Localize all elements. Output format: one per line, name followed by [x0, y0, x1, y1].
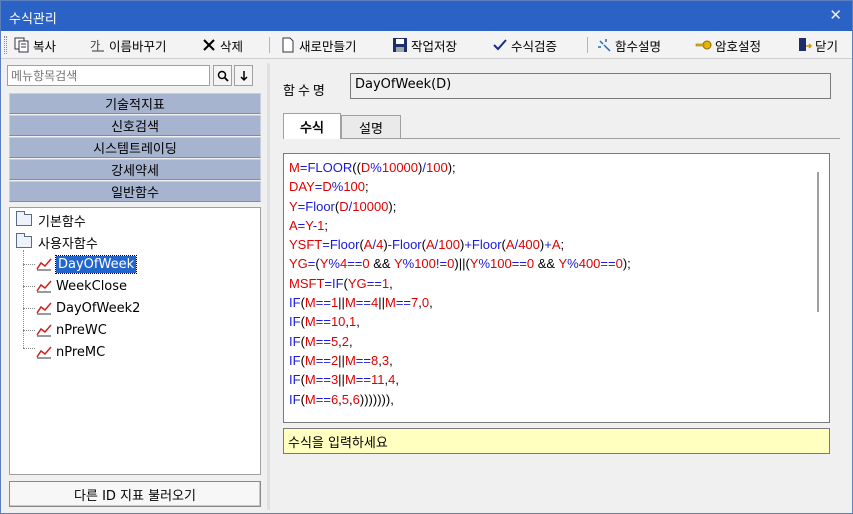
code-line: IF(M==6,5,6))))))), [289, 391, 394, 407]
tree-item-label: WeekClose [56, 278, 128, 294]
delete-label: 삭제 [220, 38, 244, 54]
category-technical-indicators[interactable]: 기술적지표 [9, 93, 261, 114]
chart-line-icon [36, 258, 52, 271]
folder-label: 기본함수 [38, 214, 86, 230]
code-line: MSFT=IF(YG==1, [289, 275, 393, 291]
tree-line [23, 286, 35, 287]
code-line: IF(M==10,1, [289, 314, 360, 330]
code-line: IF(M==5,2, [289, 333, 353, 349]
category-signal-search[interactable]: 신호검색 [9, 115, 261, 136]
code-line: Y=Floor(D/10000); [289, 198, 397, 214]
code-line: IF(M==1||M==4||M==7,0, [289, 295, 433, 311]
new-button[interactable]: 새로만들기 [279, 34, 357, 56]
function-name-field[interactable]: DayOfWeek(D) [350, 73, 831, 99]
exit-label: 닫기 [815, 38, 839, 54]
title-bar[interactable]: 수식관리 ✕ [1, 1, 852, 31]
tree-item-label: nPreWC [56, 322, 107, 338]
code-line: DAY=D%100; [289, 179, 369, 195]
tree-line [23, 348, 35, 349]
copy-icon [13, 36, 31, 54]
function-tree: 기본함수 사용자함수 DayOfWeek WeekClose DayOfWeek… [9, 207, 261, 475]
toolbar-grip[interactable] [4, 36, 7, 54]
save-button[interactable]: 작업저장 [391, 34, 457, 56]
code-line: M=FLOOR((D%10000)/100); [289, 160, 456, 175]
left-panel: 기술적지표 신호검색 시스템트레이딩 강세약세 일반함수 기본함수 사용자함수 … [5, 63, 265, 510]
editor-scrollbar[interactable] [817, 172, 819, 312]
toolbar-separator [587, 37, 588, 53]
window-title: 수식관리 [9, 12, 57, 27]
new-label: 새로만들기 [299, 38, 357, 54]
search-input[interactable] [7, 65, 210, 86]
tree-item-nprewc[interactable]: nPreWC [36, 320, 107, 340]
code-line: IF(M==2||M==8,3, [289, 352, 393, 368]
tree-item-npremc[interactable]: nPreMC [36, 342, 105, 362]
formula-code: M=FLOOR((D%10000)/100); DAY=D%100; Y=Floor… [289, 158, 631, 409]
tree-line [23, 330, 35, 331]
toolbar: 복사 가 이름바꾸기 삭제 새로만들기 작업저장 수식검증 함수설명 암호설정 … [1, 31, 852, 59]
copy-button[interactable]: 복사 [13, 34, 56, 56]
chart-line-icon [36, 302, 52, 315]
function-help-button[interactable]: 함수설명 [595, 34, 661, 56]
code-line: YG=(Y%4==0 && Y%100!=0)||(Y%100==0 && Y%… [289, 256, 631, 272]
code-line: IF(M==3||M==11,4, [289, 372, 399, 388]
verify-button[interactable]: 수식검증 [491, 34, 557, 56]
exit-button[interactable]: 닫기 [795, 34, 838, 56]
rename-label: 이름바꾸기 [109, 38, 167, 54]
svg-text:가: 가 [90, 39, 100, 52]
category-general-functions[interactable]: 일반함수 [9, 181, 261, 202]
tree-item-dayofweek[interactable]: DayOfWeek [36, 254, 138, 274]
sort-down-button[interactable] [234, 65, 253, 86]
tree-item-weekclose[interactable]: WeekClose [36, 276, 127, 296]
category-strength-weakness[interactable]: 강세약세 [9, 159, 261, 180]
right-panel: 함수명 DayOfWeek(D) 수식 설명 M=FLOOR((D%10000)… [271, 63, 850, 510]
panel-splitter[interactable] [267, 63, 270, 510]
copy-label: 복사 [33, 38, 57, 54]
floppy-disk-icon [391, 36, 409, 54]
code-line: YSFT=Floor(A/4)-Floor(A/100)+Floor(A/400… [289, 237, 565, 253]
search-icon [217, 70, 229, 82]
toolbar-separator [269, 37, 270, 53]
code-line: A=Y-1; [289, 217, 328, 233]
delete-button[interactable]: 삭제 [200, 34, 243, 56]
folder-user-functions[interactable]: 사용자함수 [16, 232, 98, 252]
tab-formula[interactable]: 수식 [283, 113, 341, 139]
folder-icon [16, 233, 32, 248]
formula-manager-window: 수식관리 ✕ 복사 가 이름바꾸기 삭제 새로만들기 작업저장 수식검증 함수설… [0, 0, 853, 514]
tree-item-label: nPreMC [56, 344, 106, 360]
sparkle-icon [595, 36, 613, 54]
category-system-trading[interactable]: 시스템트레이딩 [9, 137, 261, 158]
key-icon [695, 36, 713, 54]
function-name-label: 함수명 [283, 84, 328, 99]
close-icon[interactable]: ✕ [829, 6, 842, 24]
status-message: 수식을 입력하세요 [283, 428, 830, 454]
chart-line-icon [36, 324, 52, 337]
x-icon [200, 36, 218, 54]
function-help-label: 함수설명 [615, 38, 662, 54]
formula-editor[interactable]: M=FLOOR((D%10000)/100); DAY=D%100; Y=Floor… [283, 153, 830, 423]
tree-item-label: DayOfWeek [54, 254, 138, 274]
tree-item-label: DayOfWeek2 [56, 300, 141, 316]
folder-icon [16, 211, 32, 226]
chart-line-icon [36, 346, 52, 359]
password-button[interactable]: 암호설정 [695, 34, 761, 56]
password-label: 암호설정 [715, 38, 762, 54]
rename-button[interactable]: 가 이름바꾸기 [89, 34, 167, 56]
tab-divider [283, 138, 840, 139]
exit-door-icon [795, 36, 813, 54]
tree-item-dayofweek2[interactable]: DayOfWeek2 [36, 298, 140, 318]
chart-line-icon [36, 280, 52, 293]
save-label: 작업저장 [411, 38, 458, 54]
load-other-id-button[interactable]: 다른 ID 지표 불러오기 [9, 481, 261, 507]
tab-description[interactable]: 설명 [341, 115, 401, 139]
check-icon [491, 36, 509, 54]
rename-icon: 가 [89, 36, 107, 54]
folder-label: 사용자함수 [38, 236, 98, 252]
search-button[interactable] [213, 65, 232, 86]
verify-label: 수식검증 [511, 38, 558, 54]
arrow-down-icon [239, 70, 248, 81]
tree-line [23, 264, 35, 265]
new-document-icon [279, 36, 297, 54]
tree-line [23, 308, 35, 309]
folder-basic-functions[interactable]: 기본함수 [16, 210, 86, 230]
